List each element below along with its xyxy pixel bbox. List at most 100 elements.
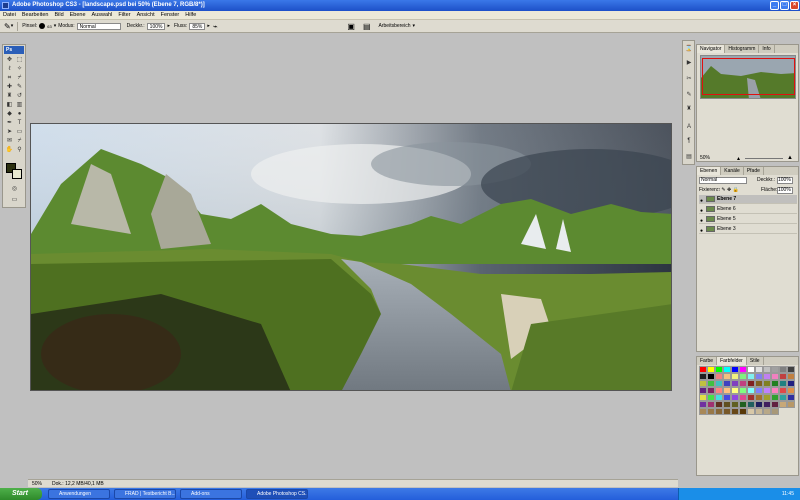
brush-tool-icon[interactable]: ✎: [4, 22, 11, 31]
color-swatch[interactable]: [771, 387, 779, 394]
layer-comps-icon[interactable]: ▤: [685, 153, 693, 161]
menu-filter[interactable]: Filter: [118, 12, 130, 18]
color-swatch[interactable]: [779, 401, 787, 408]
brushes-icon[interactable]: ✎: [685, 91, 693, 99]
clone-stamp-icon[interactable]: ♜: [5, 92, 14, 100]
brush-preview-icon[interactable]: [39, 23, 46, 29]
color-swatch[interactable]: [731, 408, 739, 415]
fill-field[interactable]: 100%: [777, 187, 793, 194]
color-swatch[interactable]: [707, 387, 715, 394]
tools-presets-icon[interactable]: ✂: [685, 75, 693, 83]
tab-info[interactable]: Info: [759, 45, 775, 53]
zoom-slider[interactable]: [745, 158, 783, 159]
actions-icon[interactable]: ▶: [685, 59, 693, 67]
color-swatch[interactable]: [771, 373, 779, 380]
start-button[interactable]: Start: [0, 488, 42, 500]
menu-ebene[interactable]: Ebene: [70, 12, 86, 18]
menu-bild[interactable]: Bild: [54, 12, 63, 18]
menu-bearbeiten[interactable]: Bearbeiten: [22, 12, 49, 18]
history-icon[interactable]: ⌛: [685, 45, 693, 53]
color-swatch[interactable]: [707, 394, 715, 401]
layer-row[interactable]: ● Ebene 6: [699, 205, 797, 214]
eyedropper-icon[interactable]: ⌿: [15, 137, 24, 145]
clone-source-icon[interactable]: ♜: [685, 105, 693, 113]
color-swatch[interactable]: [715, 366, 723, 373]
color-swatch[interactable]: [755, 394, 763, 401]
color-swatch[interactable]: [787, 380, 795, 387]
menu-auswahl[interactable]: Auswahl: [92, 12, 113, 18]
flow-field[interactable]: 85%: [189, 22, 206, 30]
mode-select[interactable]: Normal: [76, 22, 121, 30]
lasso-tool-icon[interactable]: ℓ: [5, 65, 14, 73]
pen-tool-icon[interactable]: ✒: [5, 119, 14, 127]
healing-brush-icon[interactable]: ✚: [5, 83, 14, 91]
type-tool-icon[interactable]: T: [15, 119, 24, 127]
marquee-tool-icon[interactable]: ⬚: [15, 56, 24, 64]
menu-fenster[interactable]: Fenster: [161, 12, 180, 18]
color-swatch[interactable]: [731, 373, 739, 380]
minimize-button[interactable]: _: [770, 1, 779, 10]
color-swatch[interactable]: [787, 366, 795, 373]
tab-color[interactable]: Farbe: [697, 357, 718, 365]
color-swatch[interactable]: [723, 366, 731, 373]
color-swatch[interactable]: [715, 401, 723, 408]
color-swatch[interactable]: [715, 394, 723, 401]
color-swatch[interactable]: [763, 380, 771, 387]
airbrush-icon[interactable]: ⌁: [213, 22, 218, 31]
color-swatch[interactable]: [723, 387, 731, 394]
menu-hilfe[interactable]: Hilfe: [185, 12, 196, 18]
opacity-field[interactable]: 100%: [146, 22, 166, 30]
blur-tool-icon[interactable]: ◆: [5, 110, 14, 118]
color-swatch[interactable]: [739, 373, 747, 380]
color-swatch[interactable]: [747, 366, 755, 373]
color-swatch[interactable]: [771, 401, 779, 408]
zoom-out-icon[interactable]: ▴: [737, 155, 740, 162]
notes-tool-icon[interactable]: ✉: [5, 137, 14, 145]
paragraph-icon[interactable]: ¶: [685, 137, 693, 145]
color-swatch[interactable]: [787, 387, 795, 394]
taskbar-item[interactable]: Adobe Photoshop CS...: [246, 489, 308, 499]
taskbar-item[interactable]: Add-ons: [180, 489, 242, 499]
color-swatch[interactable]: [779, 380, 787, 387]
color-swatch[interactable]: [763, 366, 771, 373]
taskbar-item[interactable]: Anwendungen: [48, 489, 110, 499]
background-color-swatch[interactable]: [12, 169, 22, 179]
hand-tool-icon[interactable]: ✋: [5, 146, 14, 154]
color-swatch[interactable]: [779, 394, 787, 401]
color-swatch[interactable]: [763, 394, 771, 401]
color-swatch[interactable]: [787, 373, 795, 380]
zoom-tool-icon[interactable]: ⚲: [15, 146, 24, 154]
eraser-tool-icon[interactable]: ◧: [5, 101, 14, 109]
color-swatch[interactable]: [723, 373, 731, 380]
palette-well-icon[interactable]: ▣: [347, 22, 355, 31]
color-swatch[interactable]: [739, 401, 747, 408]
color-swatch[interactable]: [747, 373, 755, 380]
color-swatch[interactable]: [779, 387, 787, 394]
color-swatch[interactable]: [731, 387, 739, 394]
color-swatch[interactable]: [755, 408, 763, 415]
color-swatch[interactable]: [755, 366, 763, 373]
navigator-view-box[interactable]: [702, 58, 795, 95]
color-swatch[interactable]: [739, 380, 747, 387]
color-swatch[interactable]: [723, 408, 731, 415]
tab-navigator[interactable]: Navigator: [697, 45, 726, 53]
tab-swatches[interactable]: Farbfelder: [717, 357, 747, 365]
brush-tool-icon[interactable]: ✎: [15, 83, 24, 91]
navigator-thumbnail[interactable]: [700, 55, 796, 99]
eyedropper-icon[interactable]: ⌿: [15, 74, 24, 82]
blend-mode-select[interactable]: Normal: [699, 177, 747, 184]
eye-icon[interactable]: ●: [700, 227, 703, 236]
color-swatch[interactable]: [763, 387, 771, 394]
color-swatch[interactable]: [699, 408, 707, 415]
color-swatch[interactable]: [723, 394, 731, 401]
color-swatch[interactable]: [771, 394, 779, 401]
zoom-in-icon[interactable]: ▲: [787, 155, 793, 161]
color-swatch[interactable]: [779, 373, 787, 380]
color-swatch[interactable]: [715, 408, 723, 415]
color-swatch[interactable]: [699, 394, 707, 401]
color-swatch[interactable]: [699, 401, 707, 408]
quick-mask-icon[interactable]: ◎: [10, 185, 19, 193]
close-button[interactable]: ×: [790, 1, 799, 10]
document-canvas[interactable]: [30, 123, 672, 391]
path-selection-icon[interactable]: ➤: [5, 128, 14, 136]
